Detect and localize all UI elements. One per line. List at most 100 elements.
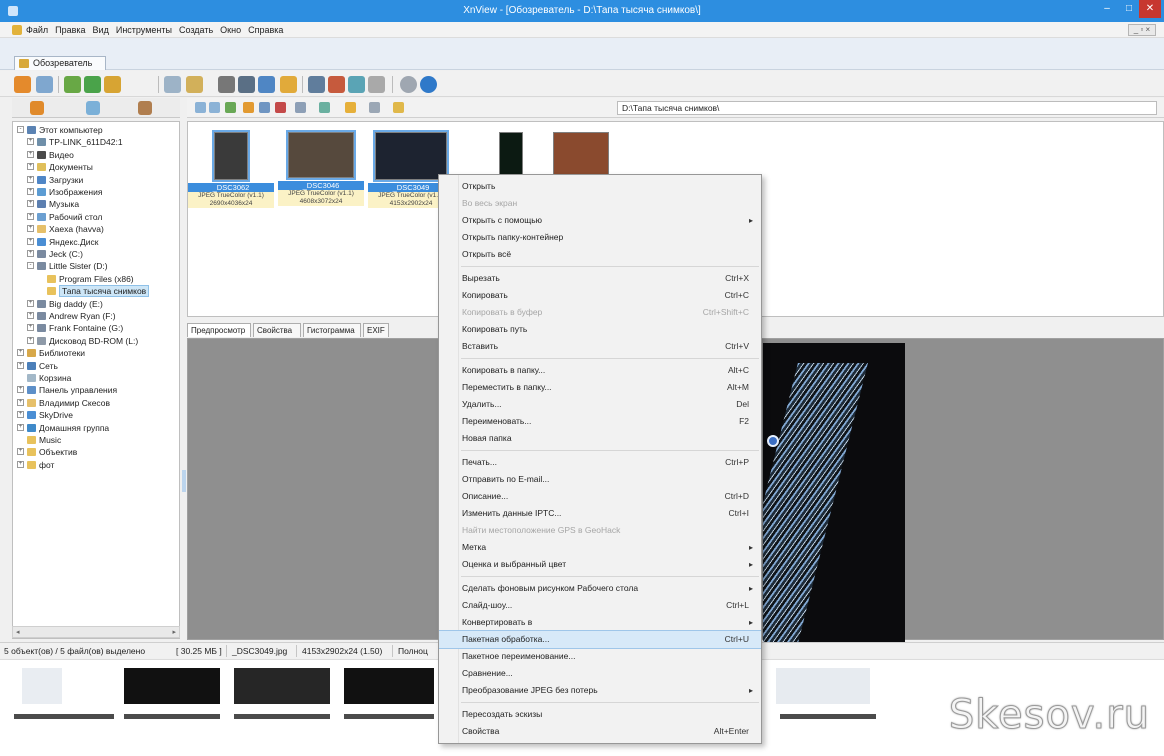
browse-icon[interactable] [14, 76, 31, 93]
tree-toggle[interactable]: + [17, 386, 24, 394]
scroll-left-icon[interactable]: ◂ [16, 628, 20, 636]
folder-tree[interactable]: - Этот компьютер + TP-LINK_611D42:1 + Видео + Д… [12, 121, 180, 639]
film-thumbnail[interactable] [124, 668, 220, 704]
back-icon[interactable] [64, 76, 81, 93]
menu-item[interactable]: Инструменты [116, 25, 172, 35]
thumbnails-view-icon[interactable] [164, 76, 181, 93]
context-menu-item[interactable]: Конвертировать в ▸ [439, 614, 761, 631]
tab-favorites-icon[interactable] [86, 101, 100, 115]
film-thumbnail[interactable] [22, 668, 62, 704]
sort-icon[interactable] [319, 102, 330, 113]
forward-icon[interactable] [84, 76, 101, 93]
folder-up-icon[interactable] [104, 76, 121, 93]
context-menu-item[interactable]: Пакетное переименование... [439, 648, 761, 665]
context-menu-item[interactable]: Печать... Ctrl+P [439, 454, 761, 471]
menu-item[interactable]: Окно [220, 25, 241, 35]
filter-icon[interactable] [243, 102, 254, 113]
tree-toggle[interactable]: + [17, 423, 24, 431]
document-icon[interactable] [368, 76, 385, 93]
splitter-handle[interactable] [182, 470, 186, 492]
tree-toggle[interactable]: + [27, 212, 34, 220]
tree-horizontal-scrollbar[interactable]: ◂ ▸ [12, 626, 180, 638]
star-icon[interactable] [393, 102, 404, 113]
tree-toggle[interactable]: + [27, 188, 34, 195]
forward-icon[interactable] [209, 102, 220, 113]
context-menu-item[interactable]: Копировать в папку... Alt+C [439, 362, 761, 379]
context-menu-item[interactable]: Метка ▸ [439, 539, 761, 556]
close-button[interactable]: ✕ [1139, 0, 1161, 18]
tree-toggle[interactable]: + [17, 460, 24, 468]
menu-item[interactable]: Справка [248, 25, 283, 35]
film-thumbnail[interactable] [344, 668, 434, 704]
open-icon[interactable] [186, 76, 203, 93]
layout-icon[interactable] [369, 102, 380, 113]
tab-preview[interactable]: Предпросмотр [187, 323, 251, 337]
binoculars-icon[interactable] [218, 76, 235, 93]
tab-browse[interactable]: Обозреватель [14, 56, 106, 70]
context-menu-item[interactable]: Пакетная обработка... Ctrl+U [439, 630, 761, 649]
thumbnail[interactable]: _DSC3046 JPEG TrueColor (v1.1) 4608x3072x2… [278, 130, 364, 206]
tree-toggle[interactable]: + [27, 299, 34, 307]
context-menu-item[interactable]: Копировать путь [439, 321, 761, 338]
context-menu-item[interactable]: Изменить данные IPTC... Ctrl+I [439, 505, 761, 522]
minimize-button[interactable]: – [1095, 0, 1119, 18]
context-menu-item[interactable]: Оценка и выбранный цвет ▸ [439, 556, 761, 573]
tab-exif[interactable]: EXIF [363, 323, 389, 337]
film-thumbnail[interactable] [776, 668, 870, 704]
tree-toggle[interactable]: + [27, 237, 34, 245]
thumbnail[interactable] [538, 132, 624, 178]
context-menu-item[interactable]: Открыть папку-контейнер [439, 229, 761, 246]
tree-toggle[interactable]: + [27, 324, 34, 332]
context-menu-item[interactable]: Удалить... Del [439, 396, 761, 413]
convert-icon[interactable] [348, 76, 365, 93]
context-menu-item[interactable]: Вырезать Ctrl+X [439, 270, 761, 287]
tree-toggle[interactable]: + [27, 312, 34, 319]
slideshow-icon[interactable] [308, 76, 325, 93]
context-menu-item[interactable]: Вставить Ctrl+V [439, 338, 761, 355]
scroll-right-icon[interactable]: ▸ [172, 628, 176, 636]
tree-toggle[interactable]: + [27, 200, 34, 208]
tree-toggle[interactable]: + [17, 448, 24, 456]
tree-toggle[interactable]: - [17, 126, 24, 133]
menu-item[interactable]: Правка [55, 25, 85, 35]
context-menu-item[interactable]: Описание... Ctrl+D [439, 488, 761, 505]
document-menu-icon[interactable] [12, 25, 22, 35]
tree-toggle[interactable]: + [17, 411, 24, 419]
menu-item[interactable]: Вид [93, 25, 109, 35]
context-menu-item[interactable]: Сделать фоновым рисунком Рабочего стола ▸ [439, 580, 761, 597]
tree-toggle[interactable]: + [27, 138, 34, 146]
context-menu-item[interactable]: Переместить в папку... Alt+M [439, 379, 761, 396]
tree-toggle[interactable]: + [27, 175, 34, 183]
folder-icon[interactable] [280, 76, 297, 93]
scan-icon[interactable] [258, 76, 275, 93]
address-input[interactable]: D:\Тапа тысяча снимков\ [617, 101, 1157, 115]
print-icon[interactable] [238, 76, 255, 93]
context-menu-item[interactable]: Сравнение... [439, 665, 761, 682]
tree-toggle[interactable]: - [27, 262, 34, 270]
tree-toggle[interactable]: + [17, 349, 24, 357]
context-menu-item[interactable]: Отправить по E-mail... [439, 471, 761, 488]
context-menu-item[interactable]: Свойства Alt+Enter [439, 723, 761, 740]
tree-toggle[interactable]: + [17, 398, 24, 406]
tab-properties[interactable]: Свойства [253, 323, 301, 337]
tree-toggle[interactable]: + [27, 336, 34, 344]
context-menu-item[interactable]: Открыть с помощью ▸ [439, 212, 761, 229]
filter-funnel-icon[interactable] [345, 102, 356, 113]
refresh-icon[interactable] [225, 102, 236, 113]
context-menu-item[interactable]: Пересоздать эскизы [439, 706, 761, 723]
tree-toggle[interactable]: + [27, 250, 34, 257]
tree-toggle[interactable]: + [17, 361, 24, 369]
context-menu-item[interactable]: Новая папка [439, 430, 761, 447]
tab-folders-icon[interactable] [30, 101, 44, 115]
maximize-button[interactable]: □ [1119, 0, 1139, 18]
menu-item[interactable]: Создать [179, 25, 213, 35]
context-menu-item[interactable]: Открыть [439, 178, 761, 195]
menu-item[interactable]: Файл [26, 25, 48, 35]
tab-categories-icon[interactable] [138, 101, 152, 115]
tab-histogram[interactable]: Гистограмма [303, 323, 361, 337]
thumbnail[interactable]: _DSC3062 JPEG TrueColor (v1.1) 2690x4036x2… [188, 130, 274, 208]
info-icon[interactable] [420, 76, 437, 93]
tree-toggle[interactable]: + [27, 163, 34, 171]
settings-icon[interactable] [400, 76, 417, 93]
context-menu-item[interactable]: Открыть всё [439, 246, 761, 263]
